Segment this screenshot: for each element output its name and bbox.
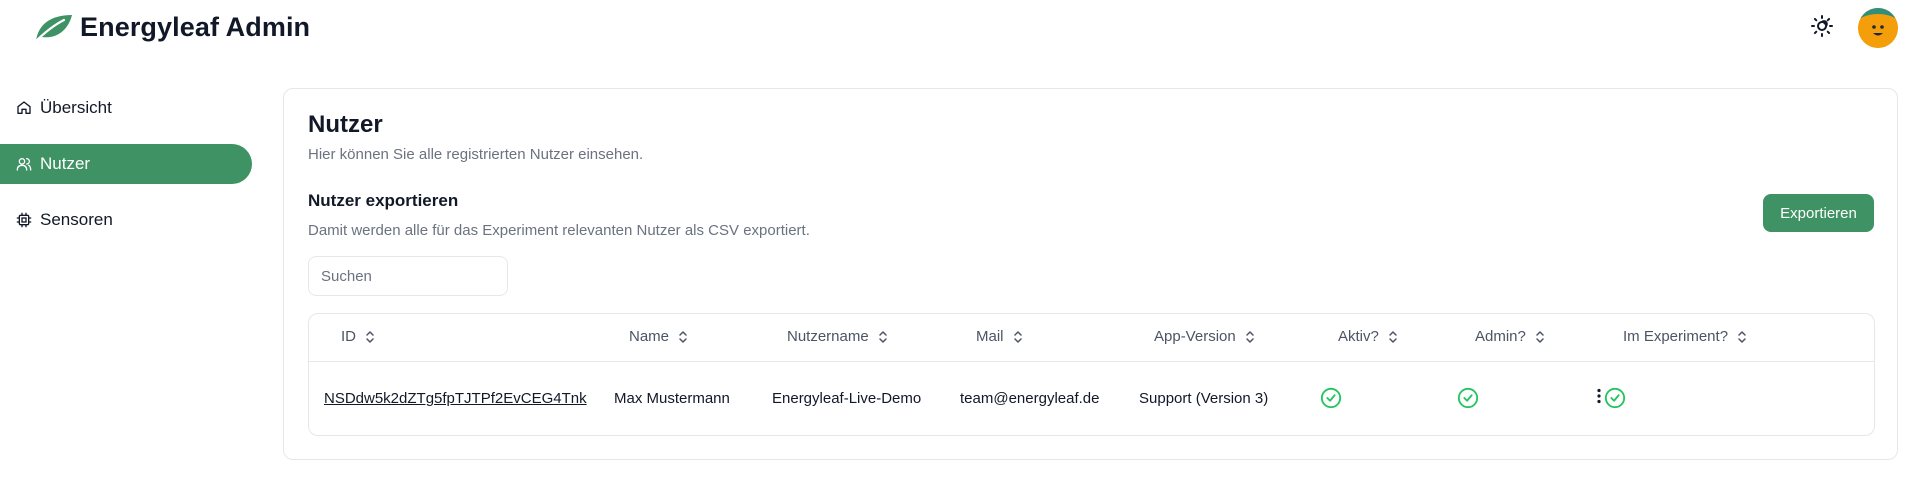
sort-icon <box>364 330 376 344</box>
users-icon <box>16 156 32 172</box>
column-header-mail[interactable]: Mail <box>976 328 1024 345</box>
search-input[interactable] <box>308 256 508 296</box>
more-vertical-icon <box>1596 388 1602 409</box>
sidebar-item-uebersicht[interactable]: Übersicht <box>0 88 252 128</box>
sort-icon <box>877 330 889 344</box>
page-subtitle: Hier können Sie alle registrierten Nutze… <box>308 146 644 163</box>
user-id-link[interactable]: NSDdw5k2dZTg5fpTJTPf2EvCEG4Tnk <box>324 390 587 407</box>
users-card: Nutzer Hier können Sie alle registrierte… <box>283 88 1898 460</box>
column-header-label: Admin? <box>1475 328 1526 345</box>
sort-icon <box>677 330 689 344</box>
column-header-label: Name <box>629 328 670 345</box>
export-section-title: Nutzer exportieren <box>308 191 459 210</box>
sidebar: Übersicht Nutzer Sensoren <box>0 88 252 256</box>
sidebar-item-label: Übersicht <box>40 98 112 117</box>
check-circle-icon <box>1457 387 1479 409</box>
table-row: NSDdw5k2dZTg5fpTJTPf2EvCEG4Tnk Max Muste… <box>309 362 1874 436</box>
theme-toggle-button[interactable] <box>1808 14 1836 42</box>
column-header-username[interactable]: Nutzername <box>787 328 889 345</box>
user-name: Max Mustermann <box>614 390 730 407</box>
sort-icon <box>1387 330 1399 344</box>
column-header-label: Nutzername <box>787 328 869 345</box>
column-header-experiment[interactable]: Im Experiment? <box>1623 328 1748 345</box>
column-header-label: ID <box>341 328 356 345</box>
sidebar-item-nutzer[interactable]: Nutzer <box>0 144 252 184</box>
column-header-active[interactable]: Aktiv? <box>1338 328 1399 345</box>
avatar[interactable] <box>1858 8 1898 48</box>
user-username: Energyleaf-Live-Demo <box>772 390 922 407</box>
app-title[interactable]: Energyleaf Admin <box>80 12 310 43</box>
top-header: Energyleaf Admin <box>0 0 1920 56</box>
users-table: ID Name Nutzername Mail App-Version Akti… <box>308 313 1875 436</box>
sidebar-item-label: Sensoren <box>40 210 113 229</box>
sidebar-item-sensoren[interactable]: Sensoren <box>0 200 252 240</box>
cpu-icon <box>16 212 32 228</box>
sidebar-item-label: Nutzer <box>40 154 91 173</box>
table-header: ID Name Nutzername Mail App-Version Akti… <box>309 314 1874 362</box>
user-mail: team@energyleaf.de <box>960 390 1100 407</box>
column-header-admin[interactable]: Admin? <box>1475 328 1546 345</box>
column-header-label: Aktiv? <box>1338 328 1379 345</box>
user-app-version: Support (Version 3) <box>1139 390 1269 407</box>
sun-moon-icon <box>1810 14 1834 43</box>
export-button[interactable]: Exportieren <box>1763 194 1874 232</box>
export-section-description: Damit werden alle für das Experiment rel… <box>308 222 810 239</box>
column-header-label: Im Experiment? <box>1623 328 1729 345</box>
sort-icon <box>1244 330 1256 344</box>
sort-icon <box>1736 330 1748 344</box>
column-header-name[interactable]: Name <box>629 328 689 345</box>
column-header-app-version[interactable]: App-Version <box>1154 328 1256 345</box>
leaf-icon[interactable] <box>30 11 74 45</box>
row-actions-button[interactable] <box>1587 386 1611 410</box>
column-header-label: Mail <box>976 328 1004 345</box>
home-icon <box>16 100 32 116</box>
sort-icon <box>1012 330 1024 344</box>
sort-icon <box>1534 330 1546 344</box>
page-title: Nutzer <box>308 111 383 138</box>
column-header-id[interactable]: ID <box>341 328 376 345</box>
check-circle-icon <box>1320 387 1342 409</box>
column-header-label: App-Version <box>1154 328 1236 345</box>
